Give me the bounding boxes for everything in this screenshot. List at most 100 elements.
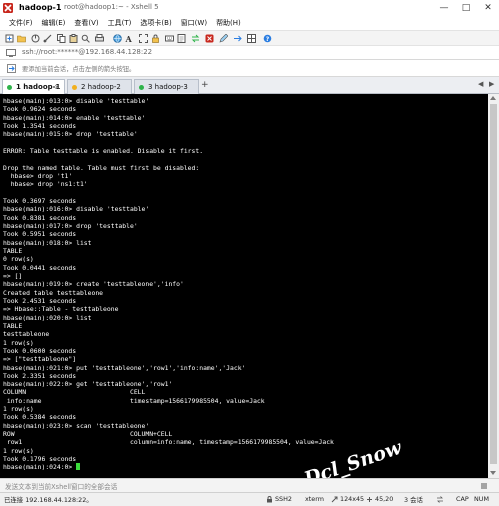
status-connection: 已连接 192.168.44.128:22。 [4, 496, 93, 504]
menu-lines-icon[interactable] [480, 482, 488, 490]
menu-window[interactable]: 窗口(W) [181, 18, 207, 28]
terminal-line: Took 2.3351 seconds [3, 371, 77, 380]
open-folder-icon[interactable] [17, 34, 26, 43]
lock-icon[interactable] [151, 34, 160, 43]
terminal-line: hbase(main):016:0> disable 'testtable' [3, 205, 150, 214]
tab-prev-icon[interactable]: ◀ [478, 80, 483, 88]
cursor-position-icon [367, 497, 372, 502]
menu-file[interactable]: 文件(F) [9, 18, 33, 28]
menu-edit[interactable]: 编辑(E) [42, 18, 66, 28]
terminal-line: Took 0.9624 seconds [3, 105, 77, 114]
xshell-app-icon [3, 3, 13, 13]
terminal-line: => [] [3, 271, 23, 280]
tab-close-icon[interactable]: × [54, 83, 60, 91]
connect-icon[interactable] [31, 34, 40, 43]
paste-icon[interactable] [69, 34, 78, 43]
tab-label: 3 hadoop-3 [148, 83, 188, 91]
terminal-line: hbase(main):014:0> enable 'testtable' [3, 113, 146, 122]
tunnel-icon[interactable] [233, 34, 242, 43]
hint-text: 要添加当前会话，点击左侧的箭头按钮。 [22, 66, 136, 73]
close-button[interactable]: ✕ [477, 0, 499, 16]
terminal-line: Took 2.4531 seconds [3, 296, 77, 305]
tab-hadoop-1[interactable]: 1 hadoop-1 × [2, 79, 65, 94]
disconnect-icon[interactable] [43, 34, 52, 43]
compose-input[interactable]: 发送文本到当前Xshell窗口的全部会话 [5, 481, 117, 491]
menu-tools[interactable]: 工具(T) [108, 18, 132, 28]
menu-tab[interactable]: 选项卡(B) [140, 18, 171, 28]
status-num: NUM [474, 495, 489, 503]
status-size: 124x45 [340, 495, 365, 503]
menu-view[interactable]: 查看(V) [74, 18, 98, 28]
scroll-up-icon[interactable] [490, 96, 496, 100]
terminal-line: Took 0.3697 seconds [3, 196, 77, 205]
maximize-button[interactable]: □ [455, 0, 477, 16]
status-cursor-position: 45,20 [375, 495, 394, 503]
script-icon[interactable] [177, 34, 186, 43]
terminal-line: hbase> drop 'ns1:t1' [3, 180, 88, 189]
terminal-line: hbase> drop 't1' [3, 171, 73, 180]
compose-bar: 发送文本到当前Xshell窗口的全部会话 [0, 478, 499, 492]
menu-help[interactable]: 帮助(H) [216, 18, 241, 28]
scroll-down-icon[interactable] [490, 471, 496, 475]
terminal-line: ERROR: Table testtable is enabled. Disab… [3, 146, 204, 155]
keyboard-icon[interactable] [165, 34, 174, 43]
terminal-line: TABLE [3, 246, 23, 255]
hint-bar: 要添加当前会话，点击左侧的箭头按钮。 [0, 60, 499, 77]
window-subtitle: root@hadoop1:~ - Xshell 5 [64, 3, 159, 11]
terminal-line: row1 column=info:name, timestamp=1566179… [3, 438, 334, 447]
terminal-line: hbase(main):023:0> scan 'testtableone' [3, 421, 150, 430]
terminal-line: Took 0.1796 seconds [3, 455, 77, 464]
terminal-line: hbase(main):015:0> drop 'testtable' [3, 130, 138, 139]
terminal-line: Took 0.0600 seconds [3, 346, 77, 355]
connected-status-icon [72, 84, 77, 90]
fullscreen-icon[interactable] [139, 34, 148, 43]
connected-status-icon [7, 84, 12, 90]
terminal-line: TABLE [3, 321, 23, 330]
terminal-prompt: hbase(main):024:0> [3, 463, 77, 472]
session-address-icon[interactable] [6, 49, 16, 57]
terminal-line: hbase(main):020:0> list [3, 313, 92, 322]
terminal-line: hbase(main):018:0> list [3, 238, 92, 247]
tab-bar: 1 hadoop-1 × 2 hadoop-2 3 hadoop-3 + ◀ ▶ [0, 77, 499, 94]
toolbar: A ? [0, 30, 499, 46]
terminal-scrollbar[interactable] [488, 94, 499, 478]
terminal-line: 1 row(s) [3, 446, 34, 455]
terminal-line: Took 1.3541 seconds [3, 121, 77, 130]
address-input[interactable]: ssh://root:******@192.168.44.128:22 [22, 48, 152, 56]
find-icon[interactable] [81, 34, 90, 43]
scrollbar-thumb[interactable] [490, 104, 497, 464]
terminal-output[interactable]: hbase(main):013:0> disable 'testtable' T… [0, 94, 488, 478]
font-icon[interactable]: A [125, 34, 134, 43]
terminal-line: Took 0.5951 seconds [3, 230, 77, 239]
new-session-icon[interactable] [5, 34, 14, 43]
terminal-line: hbase(main):019:0> create 'testtableone'… [3, 280, 184, 289]
terminal-line: Took 0.5384 seconds [3, 413, 77, 422]
add-tab-button[interactable]: + [201, 80, 209, 90]
compose-icon[interactable] [219, 34, 228, 43]
minimize-button[interactable]: — [433, 0, 455, 16]
tab-hadoop-2[interactable]: 2 hadoop-2 [67, 79, 132, 94]
svg-text:A: A [125, 34, 133, 43]
session-arrows-icon [437, 496, 443, 503]
terminal-line: ROW COLUMN+CELL [3, 430, 173, 439]
copy-icon[interactable] [57, 34, 66, 43]
tab-label: 2 hadoop-2 [81, 83, 121, 91]
terminal-cursor [76, 463, 81, 471]
tab-hadoop-3[interactable]: 3 hadoop-3 [134, 79, 199, 94]
tab-next-icon[interactable]: ▶ [489, 80, 494, 88]
terminal-line: hbase(main):021:0> put 'testtableone','r… [3, 363, 246, 372]
title-bar: hadoop-1 root@hadoop1:~ - Xshell 5 — □ ✕ [0, 0, 499, 16]
terminal-line: testtableone [3, 330, 50, 339]
terminal-line: 1 row(s) [3, 405, 34, 414]
terminal-line: Created table testtableone [3, 288, 104, 297]
connected-status-icon [139, 84, 144, 90]
arrow-bookmark-icon[interactable] [7, 64, 16, 73]
transfer-icon[interactable] [191, 34, 200, 43]
terminal-text: hbase(main):013:0> disable 'testtable' T… [3, 97, 334, 472]
xftp-icon[interactable] [205, 34, 214, 43]
layout-icon[interactable] [247, 34, 256, 43]
globe-icon[interactable] [113, 34, 122, 43]
print-icon[interactable] [95, 34, 104, 43]
address-bar: ssh://root:******@192.168.44.128:22 [0, 46, 499, 60]
help-icon[interactable]: ? [263, 34, 272, 43]
